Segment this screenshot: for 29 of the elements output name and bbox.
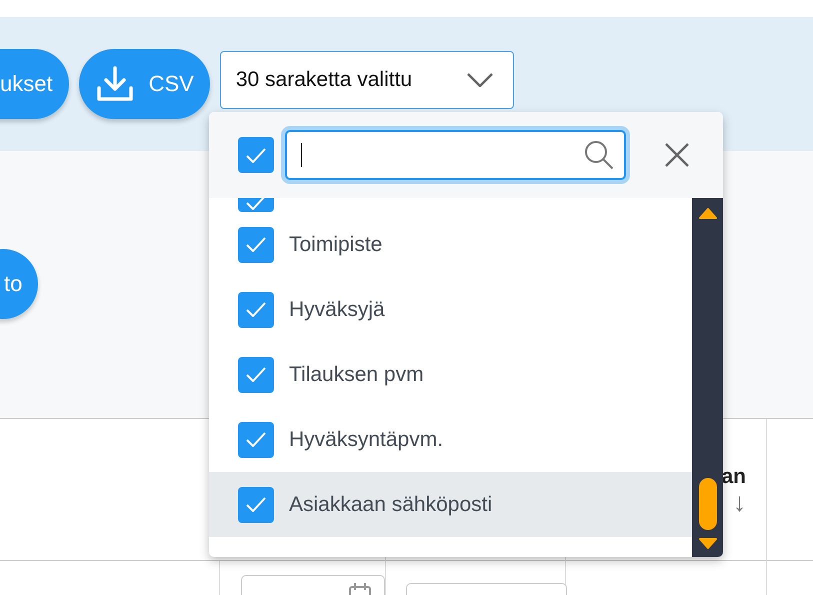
column-option[interactable]: Hyväksyjä [209,277,692,342]
check-icon [246,237,266,252]
checkbox[interactable] [238,198,274,212]
download-icon [94,64,135,104]
column-option[interactable]: Asiakkaan sähköposti [209,472,692,537]
check-icon [246,497,266,512]
column-option[interactable]: Tilauksen pvm [209,342,692,407]
scroll-down-arrow-icon[interactable] [698,538,716,549]
check-icon [246,367,266,382]
check-icon [246,302,266,317]
search-icon [584,140,614,170]
scrollbar-thumb[interactable] [698,478,716,530]
check-icon [246,148,266,162]
column-option[interactable]: Hyväksyntäpvm. [209,407,692,472]
column-option[interactable]: Toimipiste [209,212,692,277]
scroll-up-arrow-icon[interactable] [698,208,716,219]
column-header[interactable]: an [721,464,746,488]
close-icon[interactable] [665,143,689,167]
checkbox[interactable] [238,226,274,262]
check-icon [246,432,266,447]
scrollbar[interactable] [692,198,723,557]
sort-arrow[interactable]: ↓ [733,488,746,514]
checkbox[interactable] [238,422,274,458]
checkbox[interactable] [238,137,274,173]
column-select-dropdown[interactable]: 30 saraketta valittu [220,51,514,109]
chevron-down-icon [466,73,493,87]
checkbox[interactable] [238,486,274,522]
checkbox[interactable] [238,292,274,328]
checkbox[interactable] [238,356,274,392]
